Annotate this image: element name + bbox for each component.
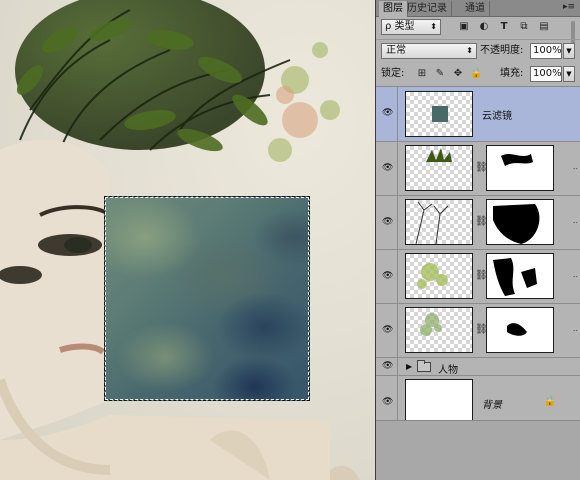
eye-icon: 👁 [382, 163, 394, 173]
layer-thumbnail[interactable] [405, 307, 473, 353]
text-filter-icon[interactable]: T [498, 21, 510, 33]
lock-all-icon[interactable]: 🔒 [470, 68, 482, 80]
lock-icon: 🔒 [543, 396, 556, 407]
layer-name[interactable]: 背景 [482, 396, 502, 411]
more-icon: .. [572, 216, 578, 225]
panel-footer [376, 420, 580, 480]
dropdown-arrow-icon: ⬍ [466, 46, 473, 55]
dropdown-arrow-icon: ⬍ [430, 22, 437, 31]
mask-link-icon[interactable]: ⛓ [475, 162, 488, 173]
opacity-dropdown-arrow-icon[interactable]: ▼ [563, 43, 575, 59]
layer-filter-row: ρ 类型 ⬍ ▣ ◐ T ⧉ ▤ [376, 17, 580, 51]
layer-grass[interactable]: 👁 ⛓ .. [376, 142, 580, 196]
fill-input[interactable]: 100% [530, 66, 562, 82]
filter-kind-label: 类型 [394, 21, 415, 32]
panel-tab-bar: 图层 历史记录 通道 ▸≡ [376, 0, 580, 17]
filter-kind-dropdown[interactable]: ρ 类型 ⬍ [381, 19, 441, 35]
adjustment-filter-icon[interactable]: ◐ [478, 21, 490, 33]
more-icon: .. [572, 270, 578, 279]
visibility-toggle[interactable]: 👁 [376, 142, 398, 195]
layer-name[interactable]: 云滤镜 [482, 107, 512, 122]
mask-content [501, 154, 533, 166]
blend-mode-value: 正常 [386, 45, 406, 56]
tab-channels[interactable]: 通道 [461, 1, 490, 17]
layer-mask-thumbnail[interactable] [486, 199, 554, 245]
eye-icon: 👁 [382, 397, 394, 407]
visibility-toggle[interactable]: 👁 [376, 304, 398, 357]
blend-row: 正常 ⬍ 不透明度: 100% ▼ [376, 39, 580, 63]
blend-mode-dropdown[interactable]: 正常 ⬍ [381, 43, 477, 59]
mask-link-icon[interactable]: ⛓ [475, 270, 488, 281]
lock-position-icon[interactable]: ✥ [452, 68, 464, 80]
lock-transparency-icon[interactable]: ⊞ [416, 68, 428, 80]
layers-panel: 图层 历史记录 通道 ▸≡ ρ 类型 ⬍ ▣ ◐ T ⧉ ▤ 正常 ⬍ 不透明度… [375, 0, 580, 480]
mask-content [507, 323, 527, 336]
eye-icon: 👁 [382, 325, 394, 335]
eye-icon: 👁 [382, 361, 394, 371]
layer-splash-1[interactable]: 👁 ⛓ .. [376, 250, 580, 304]
cloud-filter-selection[interactable] [104, 196, 310, 401]
layer-tree[interactable]: 👁 ⛓ .. [376, 196, 580, 250]
layer-mask-thumbnail[interactable] [486, 145, 554, 191]
cloud-thumb-content [432, 106, 448, 122]
visibility-toggle[interactable]: 👁 [376, 196, 398, 249]
layers-list: 👁 云滤镜 👁 ⛓ .. 👁 ⛓ .. 👁 ⛓ .. 👁 ⛓ .. 👁 ▶ 人物… [376, 87, 580, 430]
fill-label: 填充: [500, 68, 524, 79]
layer-thumbnail[interactable] [405, 145, 473, 191]
group-expand-arrow-icon[interactable]: ▶ [406, 362, 412, 371]
opacity-label: 不透明度: [480, 45, 524, 56]
layer-thumbnail[interactable] [405, 199, 473, 245]
smart-object-filter-icon[interactable]: ▤ [538, 21, 550, 33]
image-filter-icon[interactable]: ▣ [458, 21, 470, 33]
mask-content [493, 204, 540, 244]
lock-pixels-icon[interactable]: ✎ [434, 68, 446, 80]
layer-mask-thumbnail[interactable] [486, 307, 554, 353]
tab-history[interactable]: 历史记录 [403, 1, 452, 17]
eye-icon: 👁 [382, 108, 394, 118]
visibility-toggle[interactable]: 👁 [376, 87, 398, 141]
folder-icon [417, 360, 431, 372]
visibility-toggle[interactable]: 👁 [376, 358, 398, 375]
splash-thumb-content [417, 263, 448, 289]
group-name[interactable]: 人物 [438, 361, 458, 376]
more-icon: .. [572, 162, 578, 171]
eye-icon: 👁 [382, 271, 394, 281]
layer-splash-2[interactable]: 👁 ⛓ .. [376, 304, 580, 358]
grass-thumb-content [426, 148, 452, 162]
search-icon: ρ [385, 21, 392, 32]
panel-menu-icon[interactable]: ▸≡ [563, 2, 575, 12]
layer-cloud-filter[interactable]: 👁 云滤镜 [376, 87, 580, 142]
layer-group-person[interactable]: 👁 ▶ 人物 [376, 358, 580, 376]
shape-filter-icon[interactable]: ⧉ [518, 21, 530, 33]
more-icon: .. [572, 324, 578, 333]
visibility-toggle[interactable]: 👁 [376, 250, 398, 303]
mask-link-icon[interactable]: ⛓ [475, 324, 488, 335]
lock-row: 锁定: ⊞ ✎ ✥ 🔒 填充: 100% ▼ [376, 63, 580, 87]
layer-thumbnail[interactable] [405, 91, 473, 137]
opacity-input[interactable]: 100% [530, 43, 562, 59]
mask-content [493, 258, 537, 296]
layer-thumbnail[interactable] [405, 379, 473, 425]
document-canvas[interactable] [0, 0, 375, 480]
tree-thumb-content [415, 201, 449, 245]
layer-thumbnail[interactable] [405, 253, 473, 299]
mask-link-icon[interactable]: ⛓ [475, 216, 488, 227]
lock-label: 锁定: [381, 68, 405, 79]
fill-dropdown-arrow-icon[interactable]: ▼ [563, 66, 575, 82]
splash-thumb-content [420, 313, 442, 336]
layer-mask-thumbnail[interactable] [486, 253, 554, 299]
eye-icon: 👁 [382, 217, 394, 227]
